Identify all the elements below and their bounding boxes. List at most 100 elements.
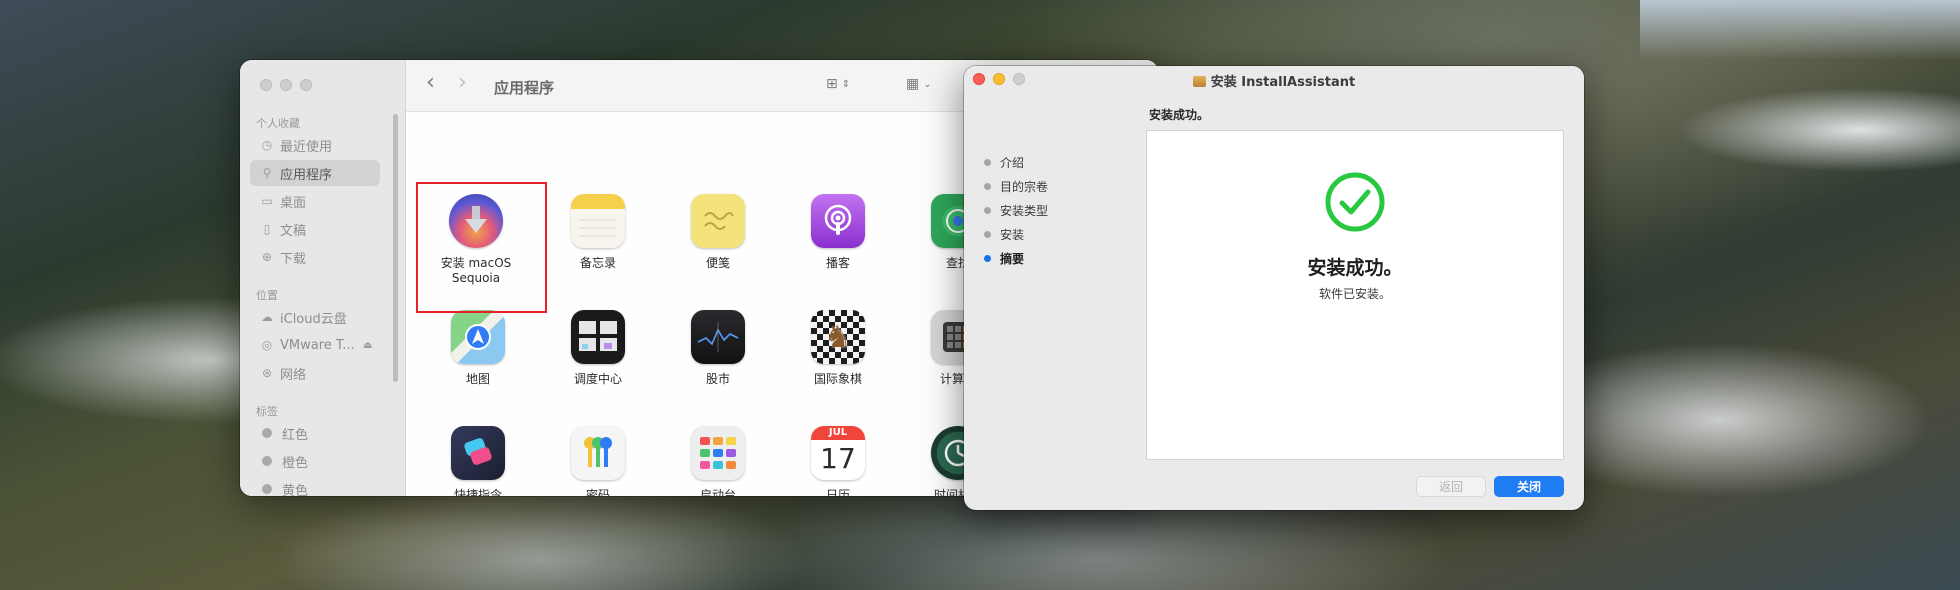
app-item-podcasts[interactable]: 播客 xyxy=(778,182,898,298)
installer-titlebar: 安装 InstallAssistant xyxy=(964,66,1584,92)
calendar-day: 17 xyxy=(820,442,856,475)
sidebar-item-label: 黄色 xyxy=(282,483,309,497)
app-item-maps[interactable]: 地图 xyxy=(418,298,538,414)
close-button[interactable]: 关闭 xyxy=(1494,476,1564,497)
app-label: 播客 xyxy=(825,256,850,270)
sidebar-section-locations: 位置 xyxy=(256,289,278,302)
tag-dot-icon xyxy=(262,428,272,438)
sidebar-item-label: 橙色 xyxy=(282,455,309,471)
sidebar-item-tag-orange[interactable]: 橙色 xyxy=(250,448,380,474)
installer-heading: 安装成功。 xyxy=(1149,108,1210,122)
passwords-icon xyxy=(571,426,625,480)
sidebar-item-network[interactable]: ⊛ 网络 xyxy=(250,360,380,386)
step-bullet-active xyxy=(984,254,991,262)
windows-overview-icon xyxy=(579,321,617,351)
desktop-wallpaper xyxy=(1640,0,1960,60)
network-icon: ⊛ xyxy=(261,366,273,380)
sidebar-item-recents[interactable]: ◷ 最近使用 xyxy=(250,132,380,158)
back-button[interactable]: 返回 xyxy=(1416,476,1486,497)
app-label: 便笺 xyxy=(705,256,730,270)
window-controls xyxy=(260,79,312,91)
scribble-icon xyxy=(704,212,734,230)
step-summary: 摘要 xyxy=(984,246,1048,270)
sidebar-item-applications[interactable]: ⚲ 应用程序 xyxy=(250,160,380,186)
app-item-mission-control[interactable]: 调度中心 xyxy=(538,298,658,414)
mission-control-icon xyxy=(571,310,625,364)
step-installation: 安装 xyxy=(984,222,1048,246)
package-icon xyxy=(1192,76,1206,87)
group-button[interactable]: ▦ ⌄ xyxy=(906,76,932,92)
step-destination: 目的宗卷 xyxy=(984,174,1048,198)
updown-chevron-icon: ⇕ xyxy=(841,78,851,90)
sidebar-item-tag-red[interactable]: 红色 xyxy=(250,420,380,446)
installer-title: 安装 InstallAssistant xyxy=(964,71,1584,90)
step-label: 安装 xyxy=(1000,227,1025,242)
stickies-icon xyxy=(691,194,745,248)
app-item-stickies[interactable]: 便笺 xyxy=(658,182,778,298)
finder-sidebar: 个人收藏 ◷ 最近使用 ⚲ 应用程序 ▭ 桌面 ▯ 文稿 ⊕ 下载 位置 ☁ i… xyxy=(240,60,406,496)
step-bullet xyxy=(984,182,991,190)
installer-window: 安装 InstallAssistant 安装成功。 介绍 目的宗卷 安装类型 安… xyxy=(964,66,1584,510)
sidebar-item-label: 下载 xyxy=(280,251,307,267)
step-label: 安装类型 xyxy=(1000,203,1049,218)
podcast-waves-icon xyxy=(824,204,852,235)
sidebar-item-desktop[interactable]: ▭ 桌面 xyxy=(250,188,380,214)
tag-dot-icon xyxy=(262,456,272,466)
app-item-calendar[interactable]: JUL 17 日历 xyxy=(778,414,898,496)
sidebar-item-vmware[interactable]: ◎ VMware T... ⏏ xyxy=(250,332,380,358)
calendar-month: JUL xyxy=(811,426,865,440)
chess-icon: ♞ xyxy=(811,310,865,364)
step-label: 目的宗卷 xyxy=(1000,179,1049,194)
download-icon: ⊕ xyxy=(261,250,273,264)
sidebar-item-label: 最近使用 xyxy=(280,139,333,155)
step-bullet xyxy=(984,158,991,166)
knight-icon: ♞ xyxy=(824,319,852,355)
sidebar-item-tag-yellow[interactable]: 黄色 xyxy=(250,476,380,496)
app-item-launchpad[interactable]: 启动台 xyxy=(658,414,778,496)
forward-chevron-icon[interactable]: › xyxy=(458,72,467,94)
app-label: 启动台 xyxy=(699,488,736,496)
sidebar-item-label: 文稿 xyxy=(280,223,307,239)
calendar-icon: JUL 17 xyxy=(811,426,865,480)
app-item-stocks[interactable]: 股市 xyxy=(658,298,778,414)
close-window-button[interactable] xyxy=(260,79,272,91)
launchpad-icon xyxy=(691,426,745,480)
view-mode-button[interactable]: ⊞ ⇕ xyxy=(826,76,850,92)
step-installation-type: 安装类型 xyxy=(984,198,1048,222)
sidebar-scrollbar[interactable] xyxy=(393,114,398,382)
app-item-shortcuts[interactable]: 快捷指令 xyxy=(418,414,538,496)
app-label: 备忘录 xyxy=(579,256,616,270)
sidebar-item-label: 红色 xyxy=(282,427,309,443)
icon-grid-icon: ⊞ xyxy=(826,76,838,92)
maps-icon xyxy=(451,310,505,364)
app-item-passwords[interactable]: 密码 xyxy=(538,414,658,496)
app-tiles-icon xyxy=(700,437,736,469)
window-title: 应用程序 xyxy=(494,79,555,97)
app-label: 快捷指令 xyxy=(453,488,502,496)
sidebar-item-downloads[interactable]: ⊕ 下载 xyxy=(250,244,380,270)
chevron-down-icon: ⌄ xyxy=(923,78,932,90)
app-item-chess[interactable]: ♞ 国际象棋 xyxy=(778,298,898,414)
app-label: 股市 xyxy=(705,372,730,386)
sidebar-item-icloud[interactable]: ☁ iCloud云盘 xyxy=(250,304,380,330)
checkmark-circle-icon xyxy=(1325,172,1385,232)
sidebar-item-documents[interactable]: ▯ 文稿 xyxy=(250,216,380,242)
podcasts-icon xyxy=(811,194,865,248)
back-chevron-icon[interactable]: ‹ xyxy=(426,72,435,94)
app-label: 日历 xyxy=(825,488,850,496)
stocks-icon xyxy=(691,310,745,364)
sidebar-section-favorites: 个人收藏 xyxy=(256,117,300,130)
cloud-icon: ☁ xyxy=(261,310,273,324)
app-item-notes[interactable]: 备忘录 xyxy=(538,182,658,298)
tag-dot-icon xyxy=(262,484,272,494)
eject-icon[interactable]: ⏏ xyxy=(361,338,375,352)
step-introduction: 介绍 xyxy=(984,150,1048,174)
shortcuts-icon xyxy=(451,426,505,480)
zoom-window-button[interactable] xyxy=(300,79,312,91)
clock-icon: ◷ xyxy=(261,138,273,152)
selection-highlight-box xyxy=(416,182,547,313)
minimize-window-button[interactable] xyxy=(280,79,292,91)
document-icon: ▯ xyxy=(263,222,271,236)
app-label: 国际象棋 xyxy=(813,372,862,386)
step-bullet xyxy=(984,230,991,238)
